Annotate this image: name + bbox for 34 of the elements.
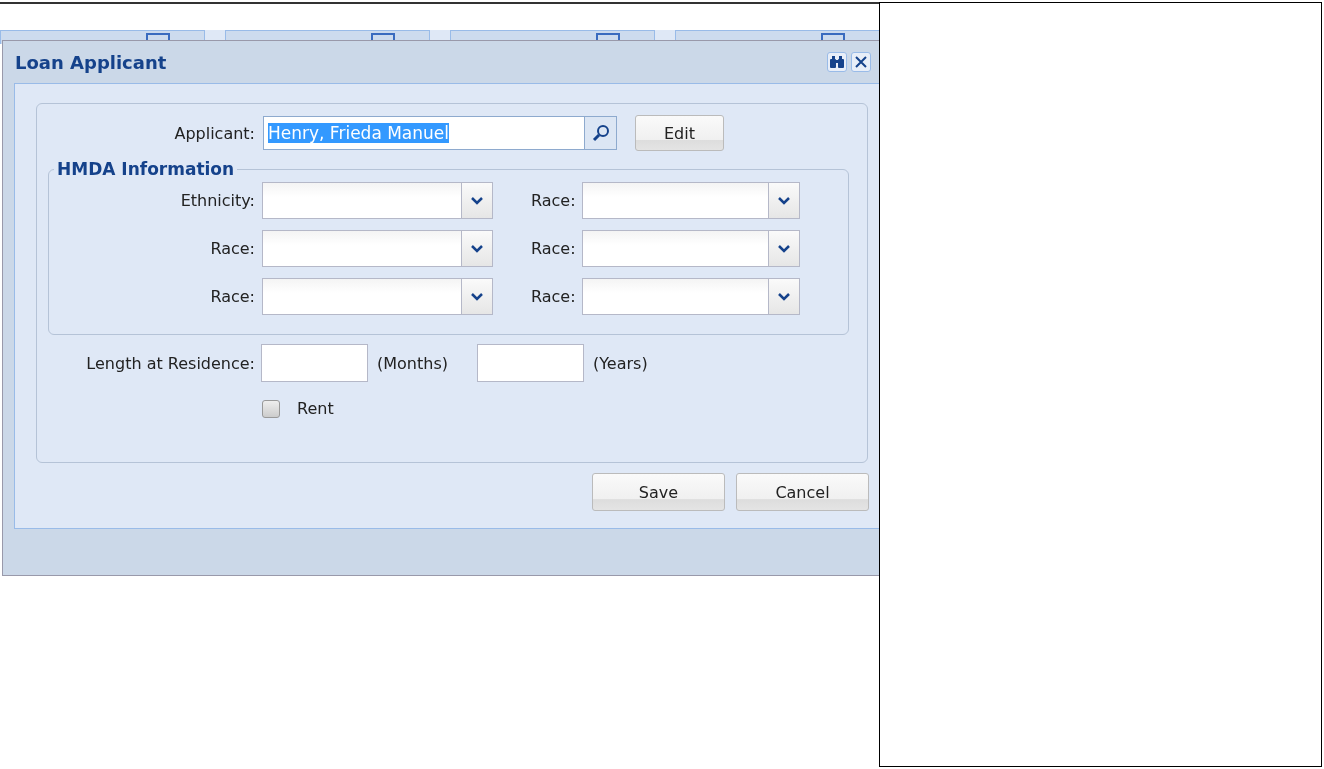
fieldset-title: HMDA Information [56,159,236,179]
field-label: Race: [530,191,576,210]
window-title: Loan Applicant [15,51,167,73]
field-label: Race: [530,287,576,306]
field-label: Applicant: [173,123,255,143]
binoculars-icon[interactable] [827,52,847,72]
search-icon[interactable] [585,116,617,150]
field-label: Length at Residence: [85,353,255,373]
checkbox-label: Rent [297,399,334,418]
dropdown-field[interactable] [581,278,800,315]
field-label: Race: [209,287,255,306]
years-field[interactable] [476,344,584,382]
field-label: Ethnicity: [179,191,255,210]
dropdown-field[interactable] [262,278,493,315]
field-label: Race: [530,239,576,258]
chevron-down-icon [778,292,790,301]
chevron-down-icon [471,292,483,301]
rent-checkbox[interactable] [262,399,280,418]
unit-label: (Years) [592,353,648,373]
field-label: Race: [209,239,255,258]
unit-label: (Months) [377,353,448,373]
close-icon[interactable] [851,52,871,72]
dropdown-field[interactable] [262,182,493,219]
dropdown-field[interactable] [262,230,493,267]
chevron-down-icon [471,244,483,253]
cancel-button[interactable]: Cancel [736,473,869,511]
dropdown-field[interactable] [581,182,800,219]
months-field[interactable] [261,344,368,382]
chevron-down-icon [778,196,790,205]
save-button[interactable]: Save [592,473,725,511]
chevron-down-icon [778,244,790,253]
chevron-down-icon [471,196,483,205]
edit-button[interactable]: Edit [635,115,724,151]
dropdown-field[interactable] [581,230,800,267]
